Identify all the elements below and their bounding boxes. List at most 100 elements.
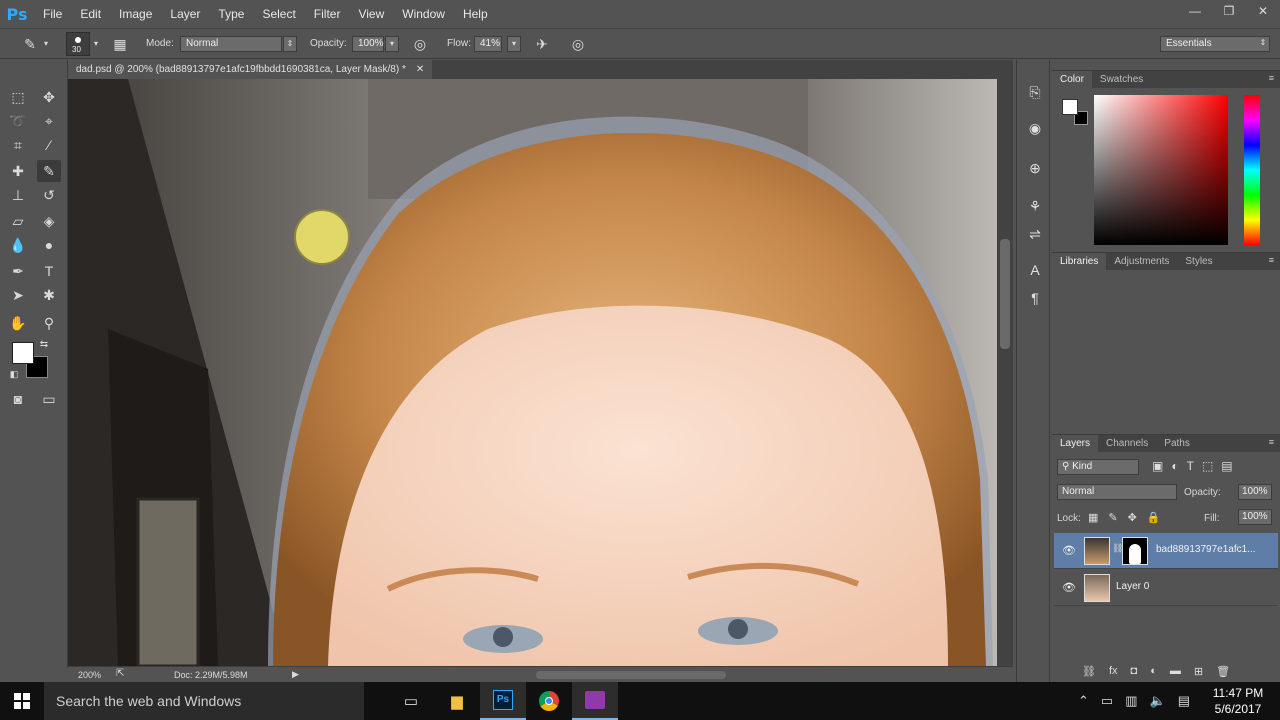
tab-paths[interactable]: Paths	[1156, 435, 1198, 452]
dodge-tool-icon[interactable]: ●	[37, 234, 61, 256]
smart-object-filter-icon[interactable]: ▤	[1221, 459, 1232, 473]
swap-colors-icon[interactable]: ⇆	[38, 338, 50, 350]
adjust-panel-icon[interactable]: ⇌	[1025, 224, 1045, 244]
eraser-tool-icon[interactable]: ▱	[6, 210, 30, 232]
menu-layer[interactable]: Layer	[161, 0, 209, 28]
color-field[interactable]	[1094, 95, 1228, 245]
pen-tool-icon[interactable]: ✒	[6, 260, 30, 282]
eyedropper-tool-icon[interactable]: ⁄	[37, 134, 61, 156]
layer-opacity-input[interactable]: 100%	[1238, 484, 1272, 500]
menu-filter[interactable]: Filter	[305, 0, 350, 28]
trash-icon[interactable]: 🗑	[1216, 665, 1230, 678]
file-explorer-icon[interactable]: ▆	[434, 682, 480, 720]
picker-foreground-swatch[interactable]	[1062, 99, 1078, 115]
vertical-scroll-thumb[interactable]	[1000, 239, 1010, 349]
fx-icon[interactable]: fx	[1109, 665, 1118, 678]
start-button[interactable]	[0, 682, 44, 720]
workspace-select[interactable]: Essentials	[1160, 36, 1270, 52]
layers-panel-menu-icon[interactable]: ≡	[1269, 437, 1274, 447]
folder-icon[interactable]: ▬	[1170, 665, 1181, 678]
lock-position-icon[interactable]: ✥	[1128, 511, 1137, 524]
tab-swatches[interactable]: Swatches	[1092, 71, 1151, 88]
opacity-input[interactable]: 100%	[352, 36, 384, 52]
clone-source-icon[interactable]: ⊕	[1025, 158, 1045, 178]
lock-all-icon[interactable]: 🔒	[1147, 511, 1161, 524]
brush-picker-dropdown-icon[interactable]: ▾	[90, 35, 102, 53]
layer-filter-select[interactable]: ⚲ Kind	[1057, 459, 1139, 475]
close-tab-icon[interactable]: ✕	[416, 60, 424, 79]
tool-preset-dropdown-icon[interactable]: ▾	[40, 35, 52, 53]
type-filter-icon[interactable]: T	[1187, 459, 1194, 473]
document-tab[interactable]: dad.psd @ 200% (bad88913797e1afc19fbbdd1…	[68, 60, 433, 79]
layer-row-masked[interactable]: 👁 ⛓ bad88913797e1afc1...	[1054, 533, 1278, 569]
quick-selection-tool-icon[interactable]: ⌖	[37, 110, 61, 132]
document-canvas[interactable]	[68, 79, 997, 666]
opacity-dropdown-icon[interactable]: ▾	[385, 36, 399, 52]
tab-layers[interactable]: Layers	[1052, 435, 1099, 452]
marquee-tool-icon[interactable]: ⬚	[6, 86, 30, 108]
history-panel-icon[interactable]: ⎘	[1025, 82, 1045, 102]
blend-mode-select[interactable]: Normal	[1057, 484, 1177, 500]
menu-window[interactable]: Window	[393, 0, 454, 28]
minimize-button[interactable]: —	[1178, 0, 1212, 22]
pressure-size-icon[interactable]: ◎	[568, 35, 588, 53]
restore-button[interactable]: ❐	[1212, 0, 1246, 22]
clone-stamp-tool-icon[interactable]: ⊥	[6, 184, 30, 206]
menu-image[interactable]: Image	[110, 0, 161, 28]
quick-mask-icon[interactable]: ◙	[6, 388, 30, 410]
adjustment-filter-icon[interactable]: ◐	[1171, 459, 1178, 473]
flow-dropdown-icon[interactable]: ▾	[507, 36, 521, 52]
paint-bucket-tool-icon[interactable]: ◈	[37, 210, 61, 232]
visibility-eye-icon[interactable]: 👁	[1062, 544, 1076, 557]
tab-adjustments[interactable]: Adjustments	[1106, 253, 1177, 270]
tab-libraries[interactable]: Libraries	[1052, 253, 1107, 270]
tab-styles[interactable]: Styles	[1177, 253, 1220, 270]
move-tool-icon[interactable]: ✥	[37, 86, 61, 108]
export-icon[interactable]: ⇱	[116, 668, 124, 679]
history-brush-tool-icon[interactable]: ↺	[37, 184, 61, 206]
crop-tool-icon[interactable]: ⌗	[6, 134, 30, 156]
character-panel-icon[interactable]: A	[1025, 260, 1045, 280]
healing-brush-tool-icon[interactable]: ✚	[6, 160, 30, 182]
brush-panel-toggle-icon[interactable]: ▦	[110, 35, 130, 53]
layer-name[interactable]: bad88913797e1afc1...	[1156, 544, 1256, 555]
menu-file[interactable]: File	[34, 0, 71, 28]
menu-edit[interactable]: Edit	[71, 0, 110, 28]
taskbar-clock[interactable]: 11:47 PM 5/6/2017	[1208, 685, 1268, 717]
tab-color[interactable]: Color	[1052, 71, 1092, 88]
taskbar-search[interactable]: Search the web and Windows	[44, 682, 364, 720]
zoom-level[interactable]: 200%	[78, 670, 101, 680]
task-view-icon[interactable]: ▭	[388, 682, 434, 720]
network-icon[interactable]: ▥	[1125, 693, 1137, 709]
menu-view[interactable]: View	[349, 0, 393, 28]
flow-input[interactable]: 41%	[474, 36, 502, 52]
mode-select[interactable]: Normal	[180, 36, 282, 52]
shape-filter-icon[interactable]: ⬚	[1202, 459, 1213, 473]
tray-chevron-icon[interactable]: ⌃	[1078, 693, 1089, 709]
adjustment-icon[interactable]: ◐	[1150, 665, 1157, 678]
photoshop-taskbar-icon[interactable]: Ps	[480, 682, 526, 720]
hand-tool-icon[interactable]: ✋	[6, 312, 30, 334]
type-tool-icon[interactable]: T	[37, 260, 61, 282]
path-selection-tool-icon[interactable]: ➤	[6, 284, 30, 306]
zoom-tool-icon[interactable]: ⚲	[37, 312, 61, 334]
close-button[interactable]: ✕	[1246, 0, 1280, 22]
layer-name[interactable]: Layer 0	[1116, 581, 1149, 592]
info-panel-icon[interactable]: ◉	[1025, 118, 1045, 138]
link-icon[interactable]: ⛓	[1082, 665, 1096, 678]
airbrush-icon[interactable]: ✈	[532, 35, 552, 53]
brush-tool-icon[interactable]: ✎	[20, 35, 40, 53]
lasso-tool-icon[interactable]: ➰	[6, 110, 30, 132]
lock-pixels-icon[interactable]: ✎	[1108, 511, 1117, 524]
menu-select[interactable]: Select	[253, 0, 304, 28]
visibility-eye-icon[interactable]: 👁	[1062, 581, 1076, 594]
brush-presets-icon[interactable]: ⚘	[1025, 196, 1045, 216]
lock-transparency-icon[interactable]: ▦	[1088, 511, 1098, 524]
foreground-color-swatch[interactable]	[12, 342, 34, 364]
menu-type[interactable]: Type	[209, 0, 253, 28]
layer-mask-thumbnail[interactable]	[1122, 537, 1148, 565]
status-menu-icon[interactable]: ▶	[292, 669, 299, 680]
menu-help[interactable]: Help	[454, 0, 497, 28]
volume-icon[interactable]: 🔈	[1150, 693, 1166, 709]
mask-icon[interactable]: ◘	[1131, 665, 1138, 678]
